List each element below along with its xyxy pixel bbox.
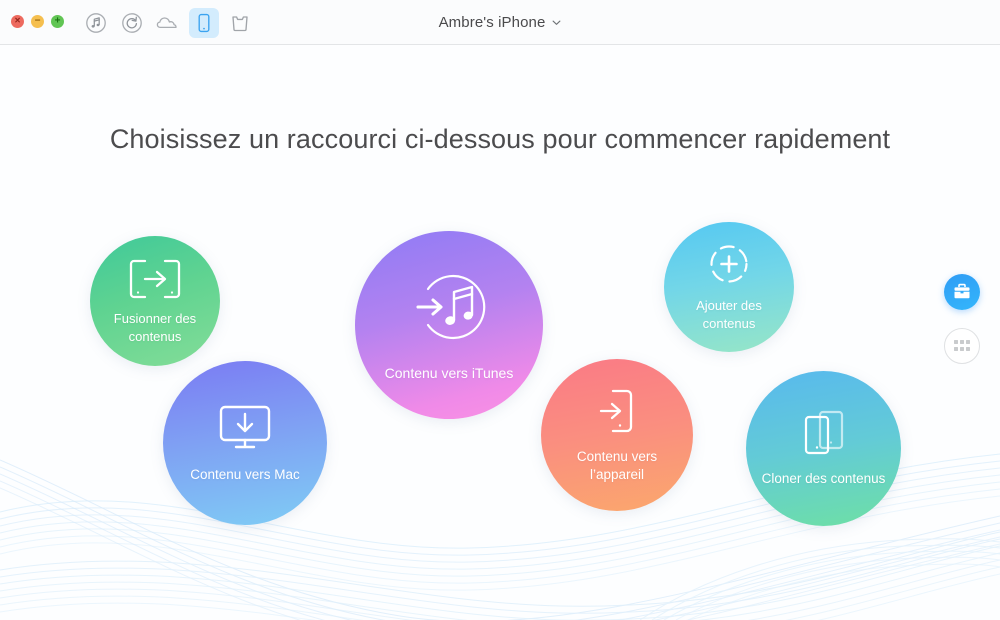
shortcut-clone-content[interactable]: Cloner des contenus xyxy=(746,371,901,526)
monitor-download-icon xyxy=(219,405,271,449)
toolbar-music-button[interactable] xyxy=(81,8,111,38)
toolkit-icon xyxy=(232,16,248,32)
minimize-icon: − xyxy=(34,15,41,26)
shortcut-label: Cloner des contenus xyxy=(761,470,886,486)
device-icon xyxy=(198,13,210,33)
toolbar-restore-button[interactable] xyxy=(117,8,147,38)
grid-apps-icon xyxy=(954,340,970,351)
shortcut-label: Fusionner des contenus xyxy=(113,310,197,344)
shortcut-add-content[interactable]: Ajouter des contenus xyxy=(664,222,794,352)
add-plus-icon xyxy=(710,245,748,284)
chevron-down-icon[interactable] xyxy=(552,18,561,27)
toolbar-toolkit-button[interactable] xyxy=(225,8,255,38)
shortcut-merge-content[interactable]: Fusionner des contenus xyxy=(90,236,220,366)
minimize-button[interactable]: − xyxy=(31,15,44,28)
merge-devices-icon xyxy=(129,259,181,299)
toolkit-button[interactable] xyxy=(944,274,980,310)
shortcut-content-to-device[interactable]: Contenu vers l’appareil xyxy=(541,359,693,511)
close-button[interactable]: × xyxy=(11,15,24,28)
device-name: Ambre's iPhone xyxy=(438,14,546,31)
shortcut-label: Contenu vers Mac xyxy=(190,466,300,482)
restore-icon xyxy=(122,13,142,33)
maximize-button[interactable]: + xyxy=(51,15,64,28)
shortcut-content-to-mac[interactable]: Contenu vers Mac xyxy=(163,361,327,525)
shortcut-label: Ajouter des contenus xyxy=(696,298,762,331)
music-transfer-icon xyxy=(416,274,486,339)
page-title: Choisissez un raccourci ci-dessous pour … xyxy=(109,124,891,154)
device-title-bar: Ambre's iPhone xyxy=(0,0,1000,45)
toolbar-device-button[interactable] xyxy=(189,8,219,38)
phone-import-icon xyxy=(599,389,633,432)
maximize-icon: + xyxy=(54,15,61,26)
shortcut-label: Contenu vers l’appareil xyxy=(576,448,658,482)
shortcut-label: Contenu vers iTunes xyxy=(384,364,514,381)
app-window: Choisissez un raccourci ci-dessous pour … xyxy=(0,0,1000,620)
toolbar-cloud-button[interactable] xyxy=(153,8,183,38)
music-icon xyxy=(86,13,106,33)
apps-grid-button[interactable] xyxy=(944,328,980,364)
cloud-icon xyxy=(156,17,177,29)
toolbox-icon xyxy=(954,283,970,299)
close-icon: × xyxy=(14,15,21,26)
shortcut-content-to-itunes[interactable]: Contenu vers iTunes xyxy=(355,231,543,419)
clone-phones-icon xyxy=(804,410,843,454)
title-bar: × − + Ambre's iPhone xyxy=(0,0,1000,45)
